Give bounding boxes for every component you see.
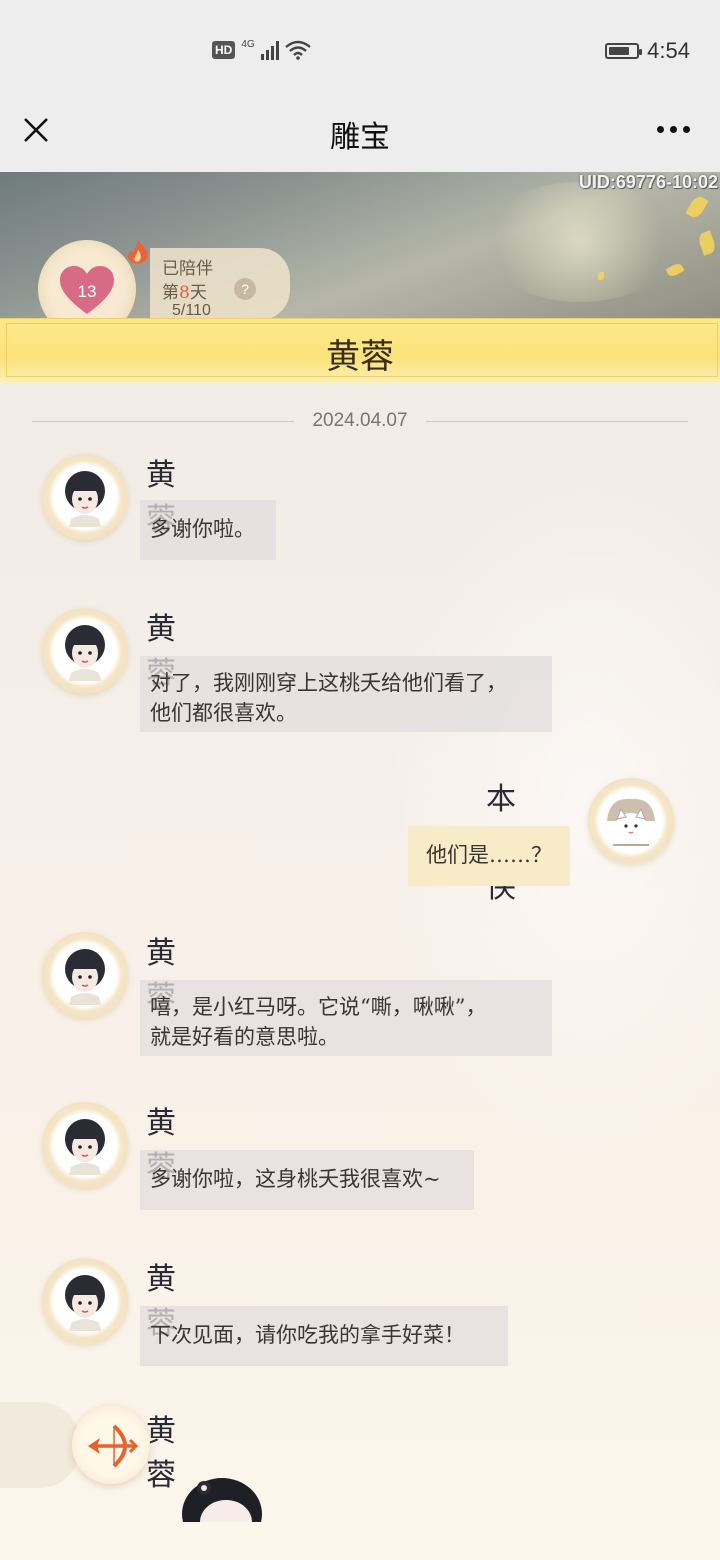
- message-line: 对了，我刚刚穿上这桃夭给他们看了，: [150, 671, 507, 695]
- message-bubble[interactable]: 下次见面，请你吃我的拿手好菜！: [140, 1306, 508, 1366]
- more-icon[interactable]: [657, 126, 690, 133]
- wifi-icon: [284, 40, 311, 60]
- avatar[interactable]: [42, 454, 128, 540]
- status-right: 4:54: [605, 38, 690, 64]
- date-label: 2024.04.07: [312, 410, 408, 431]
- accompany-day-number: 8: [179, 283, 190, 303]
- message-bubble[interactable]: 对了，我刚刚穿上这桃夭给他们看了， 他们都很喜欢。: [140, 656, 552, 732]
- chat-area[interactable]: 2024.04.07 黄蓉 多谢你啦。 黄蓉 对了，我刚刚穿上这桃夭给他们看了，…: [0, 384, 720, 1560]
- message-bubble[interactable]: 多谢你啦。: [140, 500, 276, 560]
- accompany-days: 第8天: [162, 283, 207, 303]
- girl-avatar-icon: [65, 1119, 105, 1175]
- avatar[interactable]: [42, 608, 128, 694]
- chat-partner-name: 黄蓉: [326, 337, 394, 377]
- network-type: 4G: [241, 38, 255, 50]
- girl-avatar-icon: [65, 1275, 105, 1331]
- status-bar: HD 4G 4:54: [0, 0, 720, 100]
- avatar[interactable]: [42, 932, 128, 1018]
- status-icons: HD 4G: [212, 38, 311, 60]
- avatar[interactable]: [42, 1258, 128, 1344]
- intimacy-level: 13: [77, 282, 97, 301]
- battery-icon: [605, 43, 643, 59]
- cat-avatar-icon: [607, 798, 655, 846]
- image-message-thumbnail[interactable]: [150, 1462, 280, 1522]
- message-line: 嘻，是小红马呀。它说“嘶，啾啾”，: [150, 995, 487, 1019]
- chat-header: 黄蓉: [0, 318, 720, 385]
- hd-badge: HD: [212, 41, 236, 59]
- message-line: 他们都很喜欢。: [150, 701, 297, 725]
- accompany-box: 已陪伴 第8天 5/110 ?: [150, 248, 290, 320]
- girl-avatar-icon: [65, 625, 105, 681]
- flame-icon: [128, 240, 148, 264]
- uid-label: UID:69776-10:02: [578, 172, 718, 192]
- help-icon[interactable]: ?: [234, 278, 256, 300]
- avatar[interactable]: [588, 778, 674, 864]
- avatar[interactable]: [42, 1102, 128, 1188]
- float-action-button[interactable]: [72, 1406, 150, 1484]
- message-bubble[interactable]: 嘻，是小红马呀。它说“嘶，啾啾”， 就是好看的意思啦。: [140, 980, 552, 1056]
- character-banner: UID:69776-10:02 13 已陪伴 第8天 5/110 ?: [0, 172, 720, 322]
- accompany-label: 已陪伴: [162, 259, 213, 279]
- date-divider: 2024.04.07: [32, 410, 688, 432]
- bow-arrow-icon: [88, 1424, 138, 1468]
- intimacy-badge[interactable]: 13: [38, 240, 136, 322]
- float-tab: [0, 1402, 80, 1488]
- clock: 4:54: [647, 38, 690, 63]
- girl-avatar-icon: [65, 949, 105, 1005]
- page-title: 雕宝: [330, 121, 390, 154]
- signal-icon: [260, 40, 279, 60]
- message-bubble-self[interactable]: 他们是……？: [408, 826, 570, 886]
- message-line: 就是好看的意思啦。: [150, 1025, 339, 1049]
- message-bubble[interactable]: 多谢你啦，这身桃夭我很喜欢~: [140, 1150, 474, 1210]
- girl-avatar-icon: [65, 471, 105, 527]
- title-bar: 雕宝: [0, 100, 720, 172]
